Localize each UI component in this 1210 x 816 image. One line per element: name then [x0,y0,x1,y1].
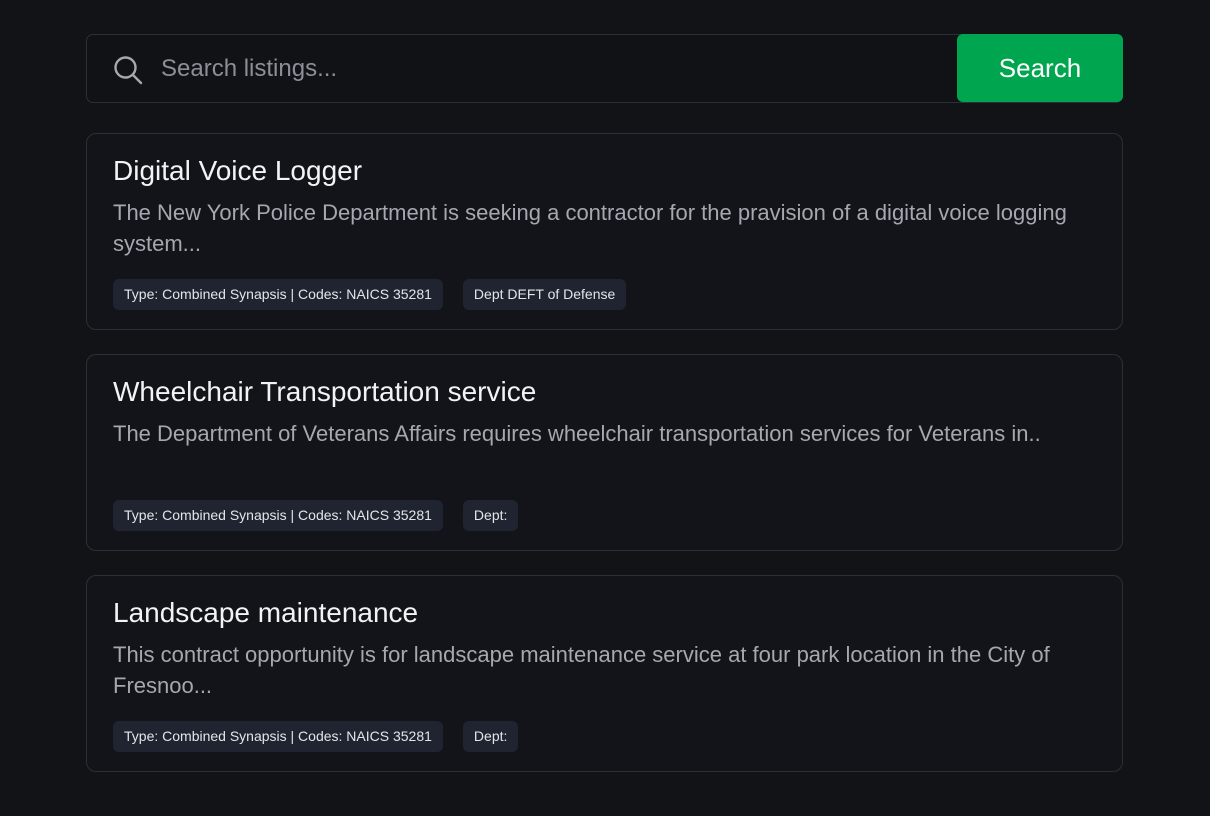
search-bar: Search [86,34,1123,103]
type-codes-tag: Type: Combined Synapsis | Codes: NAICS 3… [113,721,443,752]
listing-card[interactable]: Digital Voice Logger The New York Police… [86,133,1123,330]
department-tag: Dept: [462,500,519,531]
listing-card[interactable]: Landscape maintenance This contract oppo… [86,575,1123,772]
listing-tags: Type: Combined Synapsis | Codes: NAICS 3… [113,279,627,310]
listing-title[interactable]: Wheelchair Transportation service [113,375,536,409]
listing-card[interactable]: Wheelchair Transportation service The De… [86,354,1123,551]
listing-title[interactable]: Digital Voice Logger [113,154,362,188]
search-input[interactable] [161,43,951,95]
listing-description: The Department of Veterans Affairs requi… [113,421,1041,446]
listing-title[interactable]: Landscape maintenance [113,596,418,630]
listing-tags: Type: Combined Synapsis | Codes: NAICS 3… [113,721,519,752]
search-button[interactable]: Search [957,34,1123,102]
listings-page: Search Digital Voice Logger The New York… [0,0,1210,816]
department-tag: Dept DEFT of Defense [462,279,627,310]
listing-description: The New York Police Department is seekin… [113,200,1067,256]
listing-description: This contract opportunity is for landsca… [113,642,1050,698]
listing-tags: Type: Combined Synapsis | Codes: NAICS 3… [113,500,519,531]
type-codes-tag: Type: Combined Synapsis | Codes: NAICS 3… [113,279,443,310]
type-codes-tag: Type: Combined Synapsis | Codes: NAICS 3… [113,500,443,531]
department-tag: Dept: [462,721,519,752]
search-icon [113,55,143,85]
